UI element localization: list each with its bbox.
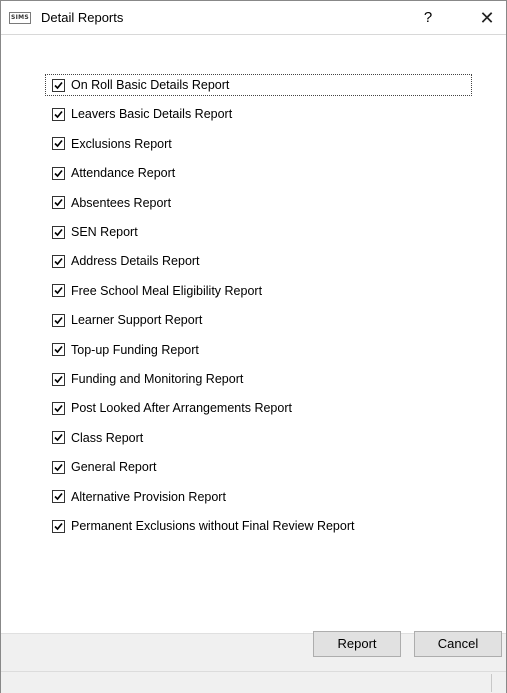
report-checkbox-item[interactable]: Permanent Exclusions without Final Revie… bbox=[47, 517, 354, 535]
report-checkbox-item[interactable]: Alternative Provision Report bbox=[47, 488, 226, 506]
checkmark-icon bbox=[54, 169, 63, 177]
checkbox[interactable] bbox=[52, 372, 65, 386]
title-bar: SIMS Detail Reports ? ✕ bbox=[1, 1, 506, 35]
checkmark-icon bbox=[54, 228, 63, 236]
report-checkbox-item[interactable]: Funding and Monitoring Report bbox=[47, 370, 243, 388]
report-label: Top-up Funding Report bbox=[71, 342, 199, 357]
report-checkbox-item[interactable]: Address Details Report bbox=[47, 252, 200, 270]
checkmark-icon bbox=[54, 346, 63, 354]
checkbox[interactable] bbox=[52, 431, 65, 445]
close-button[interactable]: ✕ bbox=[472, 5, 502, 31]
checkbox[interactable] bbox=[52, 313, 65, 327]
dialog-title: Detail Reports bbox=[41, 10, 124, 25]
report-label: Leavers Basic Details Report bbox=[71, 107, 233, 122]
report-checkbox-item[interactable]: Attendance Report bbox=[47, 164, 175, 182]
sims-app-icon: SIMS bbox=[9, 12, 31, 24]
report-label: Attendance Report bbox=[71, 166, 176, 181]
report-checkbox-item[interactable]: Free School Meal Eligibility Report bbox=[47, 282, 262, 300]
checkmark-icon bbox=[54, 110, 63, 119]
report-checkbox-item[interactable]: Exclusions Report bbox=[47, 135, 172, 153]
report-checkbox-item[interactable]: SEN Report bbox=[47, 223, 138, 241]
checkbox[interactable] bbox=[52, 137, 65, 151]
report-label: Class Report bbox=[71, 430, 144, 445]
report-checkbox-item[interactable]: Learner Support Report bbox=[47, 311, 202, 329]
checkbox[interactable] bbox=[52, 254, 65, 268]
help-button[interactable]: ? bbox=[415, 5, 441, 31]
checkbox[interactable] bbox=[52, 284, 65, 298]
dialog-footer: Report Cancel bbox=[1, 631, 506, 693]
checkmark-icon bbox=[54, 404, 63, 413]
report-checkbox-item[interactable]: Top-up Funding Report bbox=[47, 341, 199, 359]
report-label: Free School Meal Eligibility Report bbox=[71, 283, 263, 298]
report-label: SEN Report bbox=[71, 225, 138, 239]
status-divider bbox=[491, 674, 492, 692]
report-label: Absentees Report bbox=[71, 195, 172, 210]
cancel-button[interactable]: Cancel bbox=[414, 631, 502, 657]
report-label: General Report bbox=[71, 460, 157, 475]
report-label: Exclusions Report bbox=[71, 136, 172, 151]
report-label: Post Looked After Arrangements Report bbox=[71, 401, 292, 416]
checkmark-icon bbox=[54, 316, 63, 324]
checkmark-icon bbox=[54, 257, 63, 266]
status-bar bbox=[1, 671, 506, 693]
checkmark-icon bbox=[54, 287, 63, 295]
checkmark-icon bbox=[54, 493, 63, 501]
report-label: Permanent Exclusions without Final Revie… bbox=[71, 519, 355, 533]
report-checkbox-item[interactable]: Post Looked After Arrangements Report bbox=[47, 399, 292, 417]
checkbox[interactable] bbox=[52, 401, 65, 415]
report-label: Funding and Monitoring Report bbox=[71, 372, 244, 386]
checkmark-icon bbox=[54, 140, 63, 148]
checkmark-icon bbox=[54, 434, 63, 442]
checkbox[interactable] bbox=[52, 78, 65, 92]
report-label: On Roll Basic Details Report bbox=[71, 78, 230, 92]
checkmark-icon bbox=[54, 463, 63, 471]
report-options-panel: On Roll Basic Details Report Leavers Basi… bbox=[1, 36, 506, 633]
checkbox[interactable] bbox=[52, 343, 65, 357]
checkmark-icon bbox=[54, 522, 63, 530]
report-label: Learner Support Report bbox=[71, 313, 203, 328]
detail-reports-dialog: SIMS Detail Reports ? ✕ On Roll Basic De… bbox=[0, 0, 507, 693]
checkbox[interactable] bbox=[52, 490, 65, 504]
report-label: Address Details Report bbox=[71, 254, 200, 269]
report-checkbox-item[interactable]: Absentees Report bbox=[47, 194, 171, 212]
report-checkbox-item[interactable]: Class Report bbox=[47, 429, 143, 447]
report-checkbox-item[interactable]: On Roll Basic Details Report bbox=[45, 74, 472, 96]
checkmark-icon bbox=[54, 375, 63, 383]
report-label: Alternative Provision Report bbox=[71, 489, 226, 504]
report-checkbox-item[interactable]: Leavers Basic Details Report bbox=[47, 105, 232, 123]
checkbox[interactable] bbox=[52, 519, 65, 533]
checkbox[interactable] bbox=[52, 166, 65, 180]
checkbox[interactable] bbox=[52, 196, 65, 210]
checkmark-icon bbox=[54, 81, 63, 89]
checkbox[interactable] bbox=[52, 460, 65, 474]
report-checkbox-item[interactable]: General Report bbox=[47, 458, 156, 476]
checkmark-icon bbox=[54, 199, 63, 207]
checkbox[interactable] bbox=[52, 107, 65, 121]
checkbox[interactable] bbox=[52, 225, 65, 239]
report-button[interactable]: Report bbox=[313, 631, 401, 657]
